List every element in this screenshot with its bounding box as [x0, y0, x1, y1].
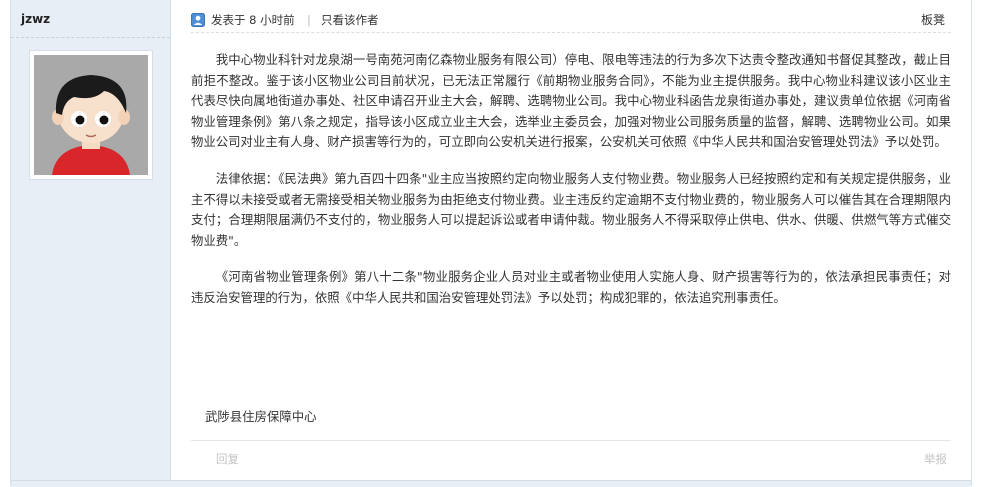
meta-separator: |	[307, 13, 311, 27]
author-sidebar: jzwz	[11, 0, 171, 486]
author-name[interactable]: jzwz	[21, 12, 50, 26]
content-paragraph: 我中心物业科针对龙泉湖一号南苑河南亿森物业服务有限公司）停电、限电等违法的行为多…	[191, 52, 951, 150]
post-time: 发表于 8 小时前	[211, 13, 295, 27]
content-paragraph: 《河南省物业管理条例》第八十二条"物业服务企业人员对业主或者物业使用人实施人身、…	[191, 269, 951, 305]
post-footer: 回复 举报	[191, 440, 951, 477]
avatar[interactable]	[34, 55, 148, 175]
post-content: 我中心物业科针对龙泉湖一号南苑河南亿森物业服务有限公司）停电、限电等违法的行为多…	[191, 50, 951, 325]
user-icon	[191, 13, 205, 27]
post-meta-bar: 发表于 8 小时前 | 只看该作者 板凳	[191, 8, 951, 33]
reply-button[interactable]: 回复	[216, 451, 239, 467]
forum-post: jzwz 发表于 8 小时前 | 只看该作者 板凳 我中心物业科针对龙泉湖一号南…	[10, 0, 972, 487]
post-signature: 武陟县住房保障中心	[205, 409, 317, 424]
author-name-bar: jzwz	[11, 0, 170, 38]
report-button[interactable]: 举报	[924, 451, 947, 467]
post-main: 发表于 8 小时前 | 只看该作者 板凳 我中心物业科针对龙泉湖一号南苑河南亿森…	[171, 0, 971, 486]
avatar-frame[interactable]	[29, 50, 153, 180]
floor-label: 板凳	[920, 13, 945, 27]
content-paragraph: 法律依据：《民法典》第九百四十四条"业主应当按照约定向物业服务人支付物业费。物业…	[191, 170, 951, 248]
only-author-link[interactable]: 只看该作者	[321, 8, 379, 32]
